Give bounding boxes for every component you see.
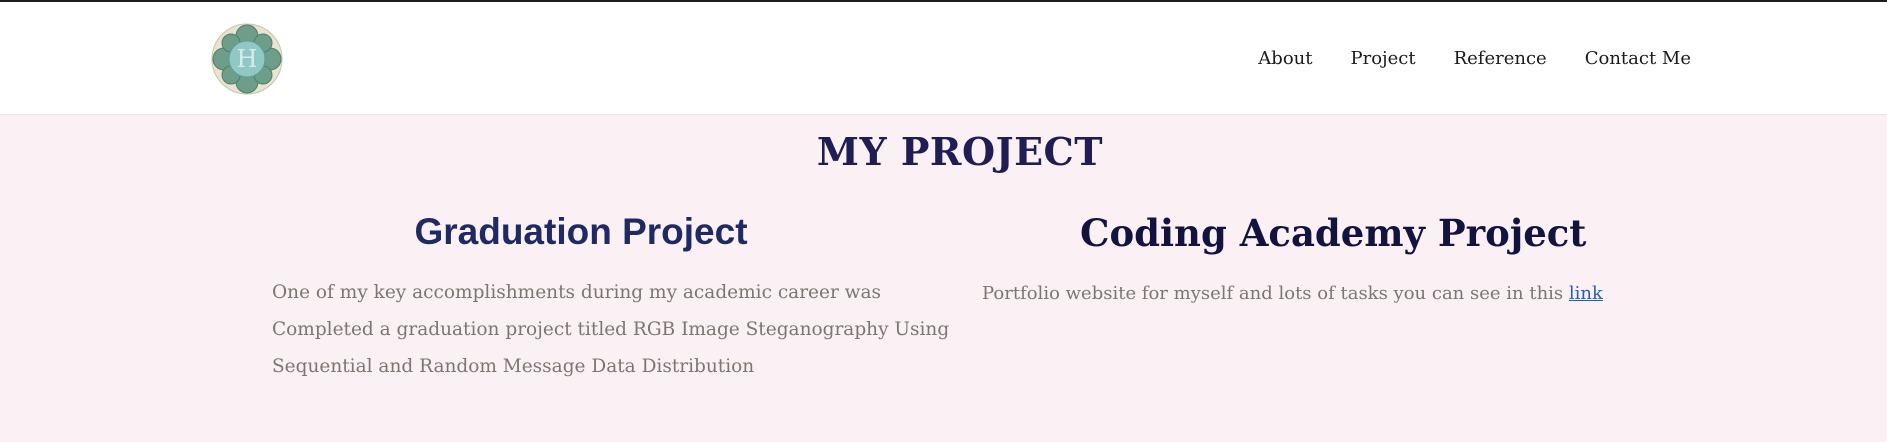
logo-icon[interactable]: H [208,20,286,98]
coding-academy-project-description: Portfolio website for myself and lots of… [982,275,1622,312]
coding-academy-project-heading: Coding Academy Project [1080,211,1587,255]
graduation-project-heading: Graduation Project [414,211,748,252]
site-header: H About Project Reference Contact Me [0,2,1887,115]
nav-reference[interactable]: Reference [1454,48,1547,69]
logo-graphic: H [211,23,283,95]
nav-contact-me[interactable]: Contact Me [1585,48,1691,69]
svg-text:H: H [237,45,258,73]
portfolio-link[interactable]: link [1569,283,1603,304]
graduation-project-description: One of my key accomplishments during my … [272,282,950,377]
page-title: MY PROJECT [816,129,1104,174]
nav-project[interactable]: Project [1350,48,1415,69]
graduation-project-card: Graduation Project One of my key accompl… [272,211,962,385]
coding-academy-description-text: Portfolio website for myself and lots of… [982,283,1569,304]
coding-academy-project-card: Coding Academy Project Portfolio website… [982,211,1622,312]
project-section: MY PROJECT Graduation Project One of my … [0,115,1887,442]
main-nav: About Project Reference Contact Me [1258,48,1691,69]
nav-about[interactable]: About [1258,48,1312,69]
